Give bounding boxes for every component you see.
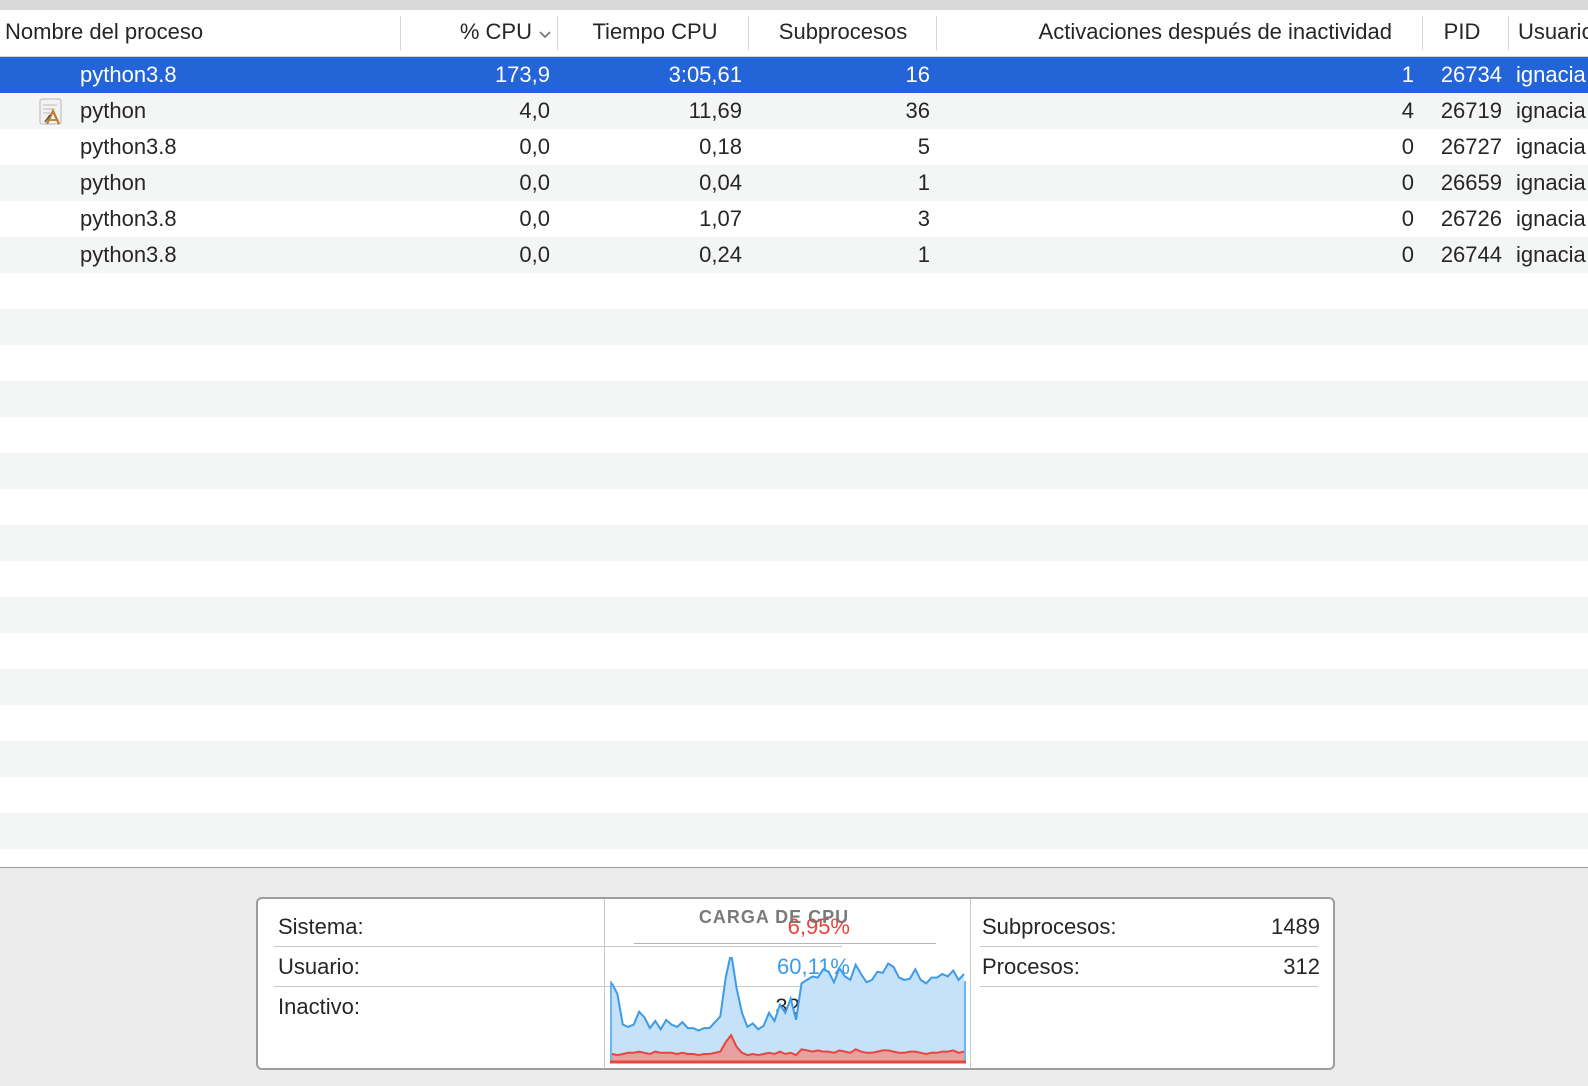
wakeups-cell: 0 [1401, 170, 1414, 195]
pid-cell: 26734 [1440, 62, 1502, 87]
empty-row [0, 561, 1588, 597]
threads-label: Subprocesos: [982, 914, 1117, 939]
threads-cell: 3 [917, 206, 930, 231]
column-header-cpu-label: % CPU [459, 19, 532, 44]
empty-row [0, 309, 1588, 345]
threads-cell: 1 [917, 242, 930, 267]
cpu-time-cell: 11,69 [688, 98, 742, 123]
empty-row [0, 777, 1588, 813]
cpu-load-graph [610, 957, 966, 1064]
python-launcher-icon [37, 97, 67, 127]
column-header-cpu[interactable]: % CPU [402, 10, 552, 56]
empty-row [0, 633, 1588, 669]
user-cell: ignacia [1516, 98, 1586, 123]
column-resize-handle[interactable] [1422, 16, 1423, 50]
cpu-load-title-underline [634, 943, 936, 944]
cpu-time-cell: 1,07 [699, 206, 742, 231]
column-header-bar: Nombre del proceso % CPU Tiempo CPU Subp… [0, 10, 1588, 57]
cpu-cell: 0,0 [519, 206, 550, 231]
cpu-cell: 173,9 [494, 62, 550, 87]
threads-cell: 1 [917, 170, 930, 195]
column-resize-handle[interactable] [936, 16, 937, 50]
panel-divider [0, 867, 1588, 868]
cpu-summary-panel: Sistema: 6,95% Usuario: 60,11% Inactivo:… [256, 897, 1335, 1070]
pid-cell: 26659 [1440, 170, 1502, 195]
column-header-name[interactable]: Nombre del proceso [5, 10, 395, 56]
column-header-cpu-time[interactable]: Tiempo CPU [560, 10, 750, 56]
table-row[interactable]: python3.8 0,0 0,18 5 0 26727 ignacia [0, 129, 1588, 165]
process-name-cell: python3.8 [80, 242, 177, 267]
column-resize-handle[interactable] [1508, 16, 1509, 50]
pid-cell: 26727 [1440, 134, 1502, 159]
wakeups-cell: 1 [1401, 62, 1414, 87]
cpu-time-cell: 3:05,61 [668, 62, 742, 87]
empty-row [0, 597, 1588, 633]
pid-cell: 26744 [1440, 242, 1502, 267]
column-header-pid[interactable]: PID [1424, 10, 1500, 56]
process-name-cell: python3.8 [80, 134, 177, 159]
cpu-cell: 0,0 [519, 170, 550, 195]
user-cell: ignacia [1516, 206, 1586, 231]
empty-row [0, 741, 1588, 777]
user-cell: ignacia [1516, 170, 1586, 195]
process-name-cell: python3.8 [80, 206, 177, 231]
cpu-time-cell: 0,18 [699, 134, 742, 159]
user-cell: ignacia [1516, 134, 1586, 159]
column-resize-handle[interactable] [748, 16, 749, 50]
system-label: Sistema: [278, 914, 364, 939]
column-header-threads[interactable]: Subprocesos [750, 10, 936, 56]
empty-row [0, 849, 1588, 867]
processes-value: 312 [1283, 954, 1320, 979]
empty-row [0, 813, 1588, 849]
table-row[interactable]: python3.8 0,0 1,07 3 0 26726 ignacia [0, 201, 1588, 237]
stat-separator [980, 986, 1318, 987]
wakeups-cell: 4 [1401, 98, 1414, 123]
column-header-wakeups[interactable]: Activaciones después de inactividad [940, 10, 1392, 56]
empty-row [0, 417, 1588, 453]
panel-column-separator [970, 899, 971, 1068]
empty-row [0, 489, 1588, 525]
table-row[interactable]: python3.8 173,9 3:05,61 16 1 26734 ignacia [0, 57, 1588, 93]
process-table: python3.8 173,9 3:05,61 16 1 26734 ignacia pyth… [0, 57, 1588, 867]
table-row[interactable]: python3.8 0,0 0,24 1 0 26744 ignacia [0, 237, 1588, 273]
empty-row [0, 525, 1588, 561]
user-load-area [612, 957, 964, 1061]
cpu-cell: 0,0 [519, 242, 550, 267]
user-label: Usuario: [278, 954, 360, 979]
threads-value: 1489 [1271, 914, 1320, 939]
wakeups-cell: 0 [1401, 206, 1414, 231]
empty-row [0, 669, 1588, 705]
wakeups-cell: 0 [1401, 242, 1414, 267]
cpu-load-title: CARGA DE CPU [698, 907, 850, 927]
process-name-cell: python [80, 170, 147, 195]
user-cell: ignacia [1516, 242, 1586, 267]
cpu-time-cell: 0,24 [699, 242, 742, 267]
cpu-cell: 4,0 [519, 98, 550, 123]
cpu-cell: 0,0 [519, 134, 550, 159]
chevron-down-icon [538, 11, 552, 55]
empty-row [0, 453, 1588, 489]
table-row[interactable]: python 0,0 0,04 1 0 26659 ignacia [0, 165, 1588, 201]
table-row[interactable]: python 4,0 11,69 36 4 26719 ignacia [0, 93, 1588, 129]
threads-cell: 36 [905, 98, 930, 123]
threads-cell: 16 [905, 62, 930, 87]
cpu-time-cell: 0,04 [699, 170, 742, 195]
empty-row [0, 345, 1588, 381]
user-cell: ignacia [1516, 62, 1586, 87]
process-name-cell: python [80, 98, 147, 123]
empty-row [0, 705, 1588, 741]
column-header-user[interactable]: Usuario [1518, 10, 1588, 56]
threads-cell: 5 [917, 134, 930, 159]
idle-label: Inactivo: [278, 994, 360, 1019]
process-name-cell: python3.8 [80, 62, 177, 87]
empty-row [0, 273, 1588, 309]
empty-row [0, 381, 1588, 417]
pid-cell: 26726 [1440, 206, 1502, 231]
column-resize-handle[interactable] [400, 16, 401, 50]
processes-label: Procesos: [982, 954, 1080, 979]
pid-cell: 26719 [1440, 98, 1502, 123]
wakeups-cell: 0 [1401, 134, 1414, 159]
column-resize-handle[interactable] [557, 16, 558, 50]
